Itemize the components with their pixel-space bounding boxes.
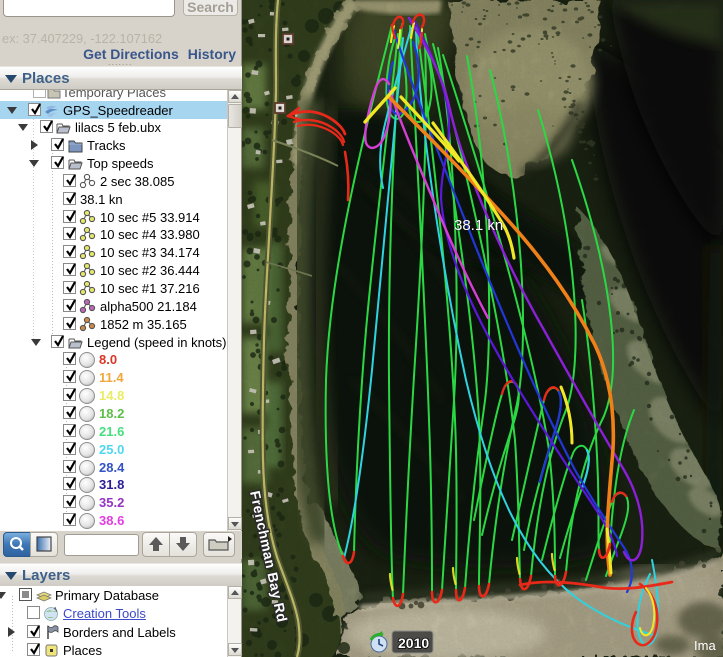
svg-text:2010: 2010 xyxy=(398,635,429,651)
svg-text:Ima: Ima xyxy=(694,638,716,653)
svg-text:38.1 kn: 38.1 kn xyxy=(454,217,503,234)
